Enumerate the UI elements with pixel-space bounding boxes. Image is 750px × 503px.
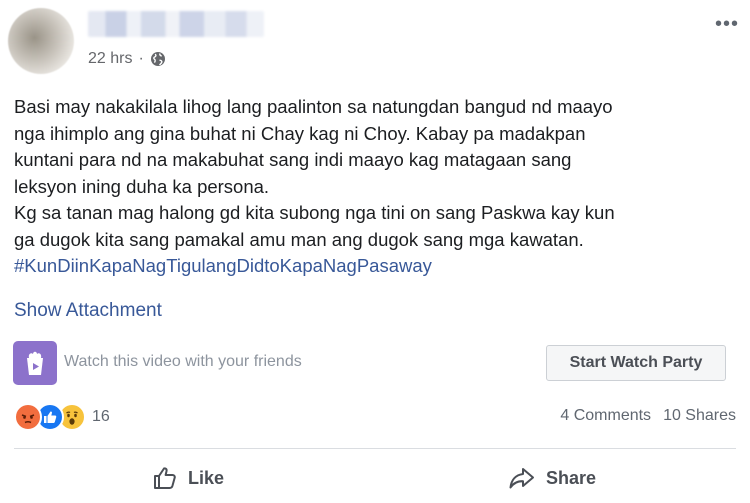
post-meta: 22 hrs ·: [88, 50, 166, 68]
post-text: Basi may nakakilala lihog lang paalinton…: [14, 94, 740, 280]
comments-count[interactable]: 4 Comments: [560, 407, 651, 425]
like-label: Like: [188, 467, 225, 488]
meta-separator: ·: [138, 50, 144, 67]
divider: [14, 448, 736, 449]
angry-reaction-icon: [14, 403, 42, 431]
share-label: Share: [546, 467, 597, 488]
post-text-line: kuntani para nd na makabuhat sang indi m…: [14, 149, 572, 170]
post-text-line: ga dugok kita sang pamakal amu man ang d…: [14, 228, 584, 250]
watch-party-text: Watch this video with your friends: [64, 353, 302, 370]
share-arrow-icon: [508, 466, 536, 490]
shares-count[interactable]: 10 Shares: [663, 407, 736, 425]
like-button[interactable]: Like: [152, 458, 224, 498]
globe-icon: [150, 51, 166, 67]
engagement-counts: 4 Comments 10 Shares: [560, 407, 736, 425]
thumbs-up-icon: [152, 465, 178, 491]
facebook-post: 22 hrs · ••• Basi may nakakilala lihog l…: [0, 0, 750, 503]
show-attachment-link[interactable]: Show Attachment: [14, 300, 162, 322]
reactions-summary[interactable]: 16: [14, 403, 110, 431]
more-options-icon[interactable]: •••: [710, 10, 744, 38]
author-name-blurred[interactable]: [88, 11, 264, 37]
timestamp[interactable]: 22 hrs: [88, 50, 132, 68]
reaction-count: 16: [92, 408, 110, 425]
post-text-line: leksyon ining duha ka persona.: [14, 175, 270, 197]
avatar[interactable]: [8, 8, 74, 74]
start-watch-party-button[interactable]: Start Watch Party: [546, 345, 726, 381]
share-button[interactable]: Share: [508, 458, 596, 498]
post-text-line: nga ihimplo ang gina buhat ni Chay kag n…: [14, 122, 586, 144]
post-text-line: Basi may nakakilala lihog lang paalinton…: [14, 96, 613, 117]
watch-party-icon: [13, 341, 57, 385]
post-text-line: Kg sa tanan mag halong gd kita subong ng…: [14, 202, 615, 223]
hashtag-link[interactable]: #KunDiinKapaNagTigulangDidtoKapaNagPasaw…: [14, 253, 740, 280]
